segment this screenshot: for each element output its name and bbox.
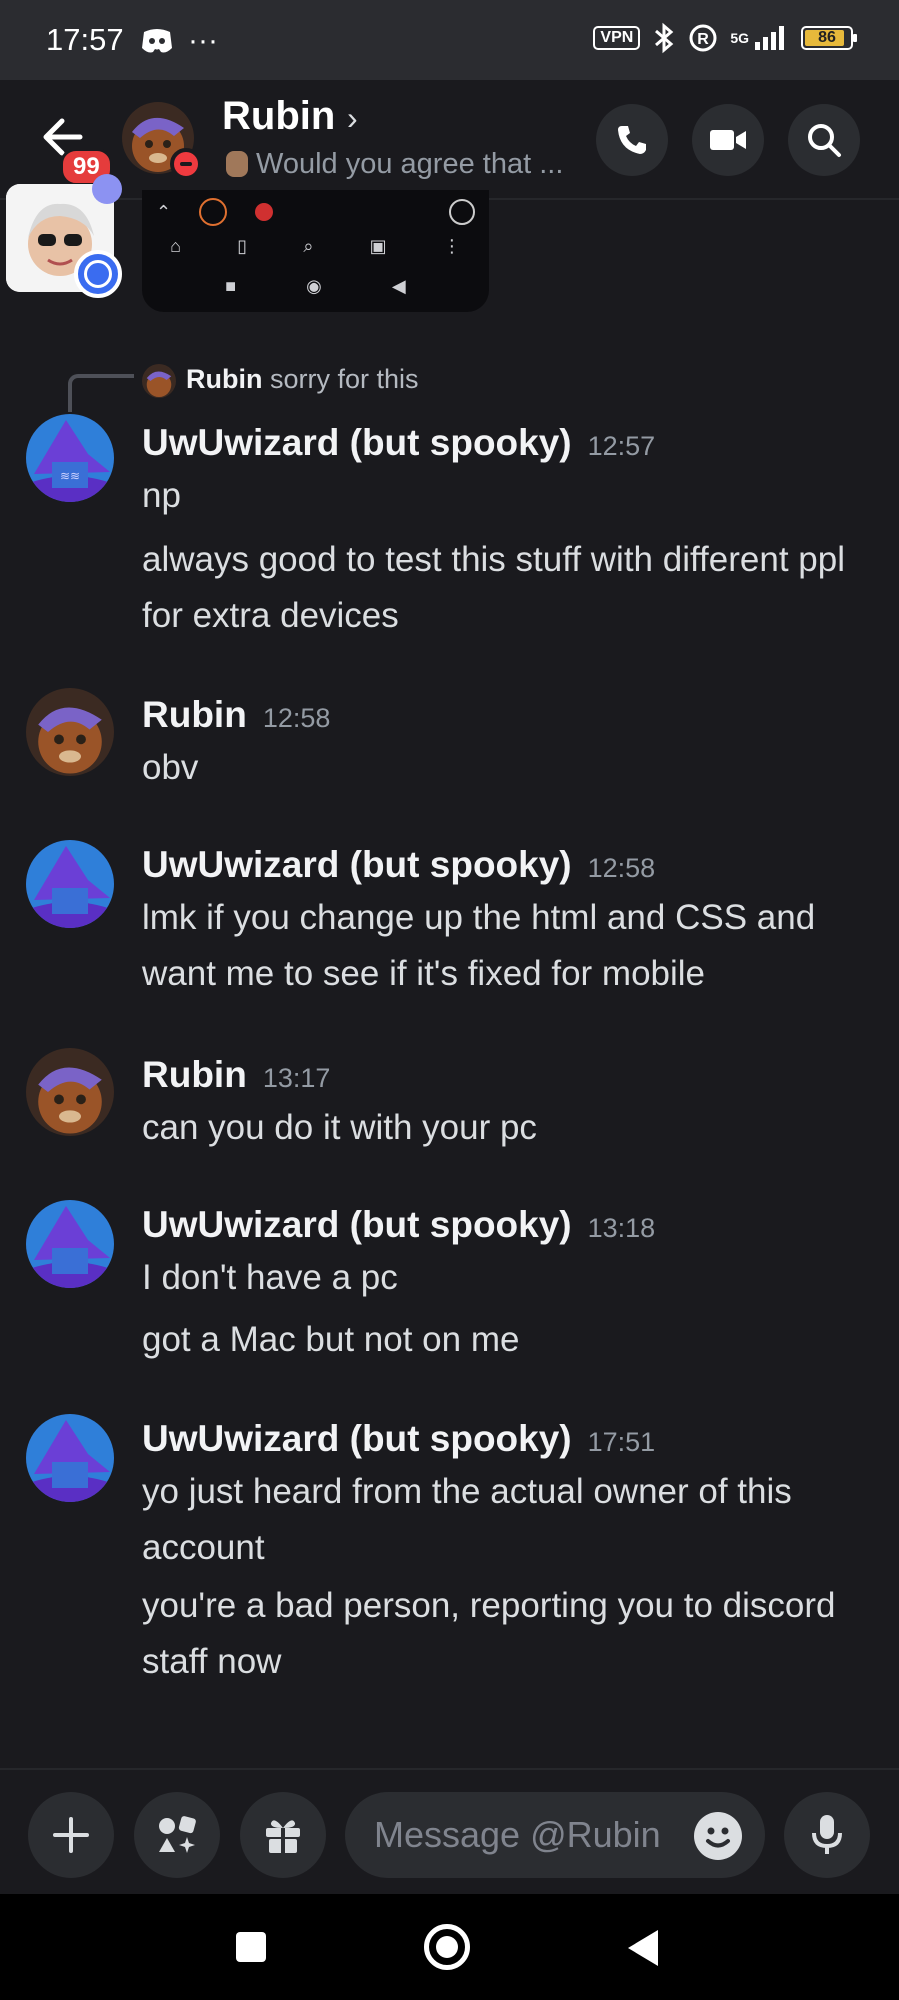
message-author[interactable]: UwUwizard (but spooky) 12:58: [142, 844, 655, 886]
message-text[interactable]: lmk if you change up the html and CSS an…: [142, 890, 882, 1002]
emoji-icon[interactable]: [694, 1812, 742, 1860]
voice-message-button[interactable]: [784, 1792, 870, 1878]
message-timestamp: 13:17: [262, 1063, 331, 1093]
bubble-indicator: [92, 174, 122, 204]
calendar-icon: ▣: [369, 236, 387, 256]
message-text[interactable]: can you do it with your pc: [142, 1100, 882, 1156]
search-button[interactable]: [788, 104, 860, 176]
author-name: UwUwizard (but spooky): [142, 1418, 572, 1459]
dnd-status-icon: [170, 148, 202, 180]
message-author[interactable]: Rubin 12:58: [142, 694, 330, 736]
reply-connector: [68, 374, 134, 412]
video-camera-icon: [710, 130, 746, 150]
search-icon: [808, 124, 841, 157]
message-author[interactable]: Rubin 13:17: [142, 1054, 330, 1096]
reply-author: Rubin: [186, 364, 263, 394]
message-composer: Message @Rubin: [0, 1768, 899, 1896]
message-text[interactable]: obv: [142, 740, 882, 796]
apps-button[interactable]: [134, 1792, 220, 1878]
status-time: 17:57: [46, 22, 124, 57]
search-icon: ⌕: [303, 236, 314, 256]
avatar[interactable]: [26, 1200, 114, 1288]
avatar: [142, 364, 176, 398]
message-text[interactable]: you're a bad person, reporting you to di…: [142, 1578, 882, 1690]
message-timestamp: 17:51: [587, 1427, 656, 1457]
chevron-up-icon: ⌃: [155, 201, 172, 222]
add-attachment-button[interactable]: [28, 1792, 114, 1878]
triangle-back-icon: ◀: [391, 276, 406, 296]
messenger-badge-icon: [74, 250, 122, 298]
avatar[interactable]: [26, 1048, 114, 1136]
square-icon: ■: [225, 276, 237, 296]
bluetooth-icon: [655, 22, 674, 54]
author-name: Rubin: [142, 1054, 247, 1095]
avatar[interactable]: [26, 688, 114, 776]
attachment-row-icons: ⌂ ▯ ⌕ ▣ ⋮: [142, 236, 489, 257]
custom-status: Would you agree that ...: [226, 148, 563, 181]
attachment-row-top: ⌃: [142, 198, 489, 226]
more-vertical-icon: ⋮: [442, 236, 461, 256]
author-name: UwUwizard (but spooky): [142, 844, 572, 885]
apps-icon: [159, 1816, 196, 1853]
signal-icon: [755, 26, 784, 50]
back-button[interactable]: [628, 1930, 658, 1966]
app-icon: [199, 198, 228, 226]
message-author[interactable]: UwUwizard (but spooky) 12:57: [142, 422, 655, 464]
message-text[interactable]: got a Mac but not on me: [142, 1312, 882, 1368]
chevron-right-icon[interactable]: ›: [347, 100, 358, 137]
message-text[interactable]: I don't have a pc: [142, 1250, 882, 1306]
battery-icon: 86: [801, 26, 857, 50]
image-attachment[interactable]: ⌃ ⌂ ▯ ⌕ ▣ ⋮ ■ ◉ ◀: [142, 190, 489, 312]
message-timestamp: 12:57: [587, 431, 656, 461]
chat-header: 99 Rubin › Would you agree that ...: [0, 80, 899, 200]
custom-status-text: Would you agree that ...: [256, 148, 564, 180]
message-timestamp: 13:18: [587, 1213, 656, 1243]
message-text[interactable]: yo just heard from the actual owner of t…: [142, 1464, 882, 1576]
status-bar: 17:57 ··· VPN R 5G 86: [0, 0, 899, 80]
avatar[interactable]: [26, 1414, 114, 1502]
recents-button[interactable]: [236, 1932, 266, 1962]
network-type: 5G: [730, 30, 749, 46]
video-call-button[interactable]: [692, 104, 764, 176]
vpn-icon: VPN: [593, 26, 641, 50]
author-name: UwUwizard (but spooky): [142, 1204, 572, 1245]
plus-icon: [53, 1817, 89, 1853]
message-timestamp: 12:58: [587, 853, 656, 883]
contact-name[interactable]: Rubin: [222, 94, 335, 139]
svg-text:R: R: [698, 31, 710, 48]
more-notifications-icon: ···: [188, 24, 218, 57]
avatar[interactable]: [26, 840, 114, 928]
discord-icon: [142, 29, 172, 53]
home-icon: ⌂: [170, 236, 181, 256]
message-input-placeholder: Message @Rubin: [374, 1814, 661, 1855]
bookmark-icon: ▯: [237, 236, 248, 256]
message-author[interactable]: UwUwizard (but spooky) 13:18: [142, 1204, 655, 1246]
microphone-icon: [812, 1815, 842, 1854]
home-button[interactable]: [424, 1924, 470, 1970]
message-timestamp: 12:58: [262, 703, 331, 733]
voice-call-button[interactable]: [596, 104, 668, 176]
system-nav-bar: [0, 1894, 899, 2000]
registered-icon: R: [689, 24, 717, 52]
message-text[interactable]: always good to test this stuff with diff…: [142, 532, 882, 644]
message-text[interactable]: np: [142, 468, 882, 524]
attachment-row-nav: ■ ◉ ◀: [142, 276, 489, 297]
gift-button[interactable]: [240, 1792, 326, 1878]
avatar[interactable]: ≋≋: [26, 414, 114, 502]
reply-preview: Rubin sorry for this: [186, 364, 419, 395]
svg-text:≋≋: ≋≋: [60, 469, 80, 483]
plus-circle-icon: [448, 199, 475, 225]
phone-icon: [618, 126, 646, 154]
circle-icon: ◉: [306, 276, 322, 296]
status-icons-right: VPN R 5G 86: [593, 22, 857, 54]
reply-text: sorry for this: [270, 364, 419, 394]
gift-icon: [266, 1820, 300, 1853]
app-icon: [255, 203, 274, 221]
author-name: UwUwizard (but spooky): [142, 422, 572, 463]
author-name: Rubin: [142, 694, 247, 735]
status-emoji-icon: [226, 151, 248, 177]
status-icons-left: ···: [140, 24, 218, 58]
message-author[interactable]: UwUwizard (but spooky) 17:51: [142, 1418, 655, 1460]
battery-level: 86: [818, 29, 836, 46]
